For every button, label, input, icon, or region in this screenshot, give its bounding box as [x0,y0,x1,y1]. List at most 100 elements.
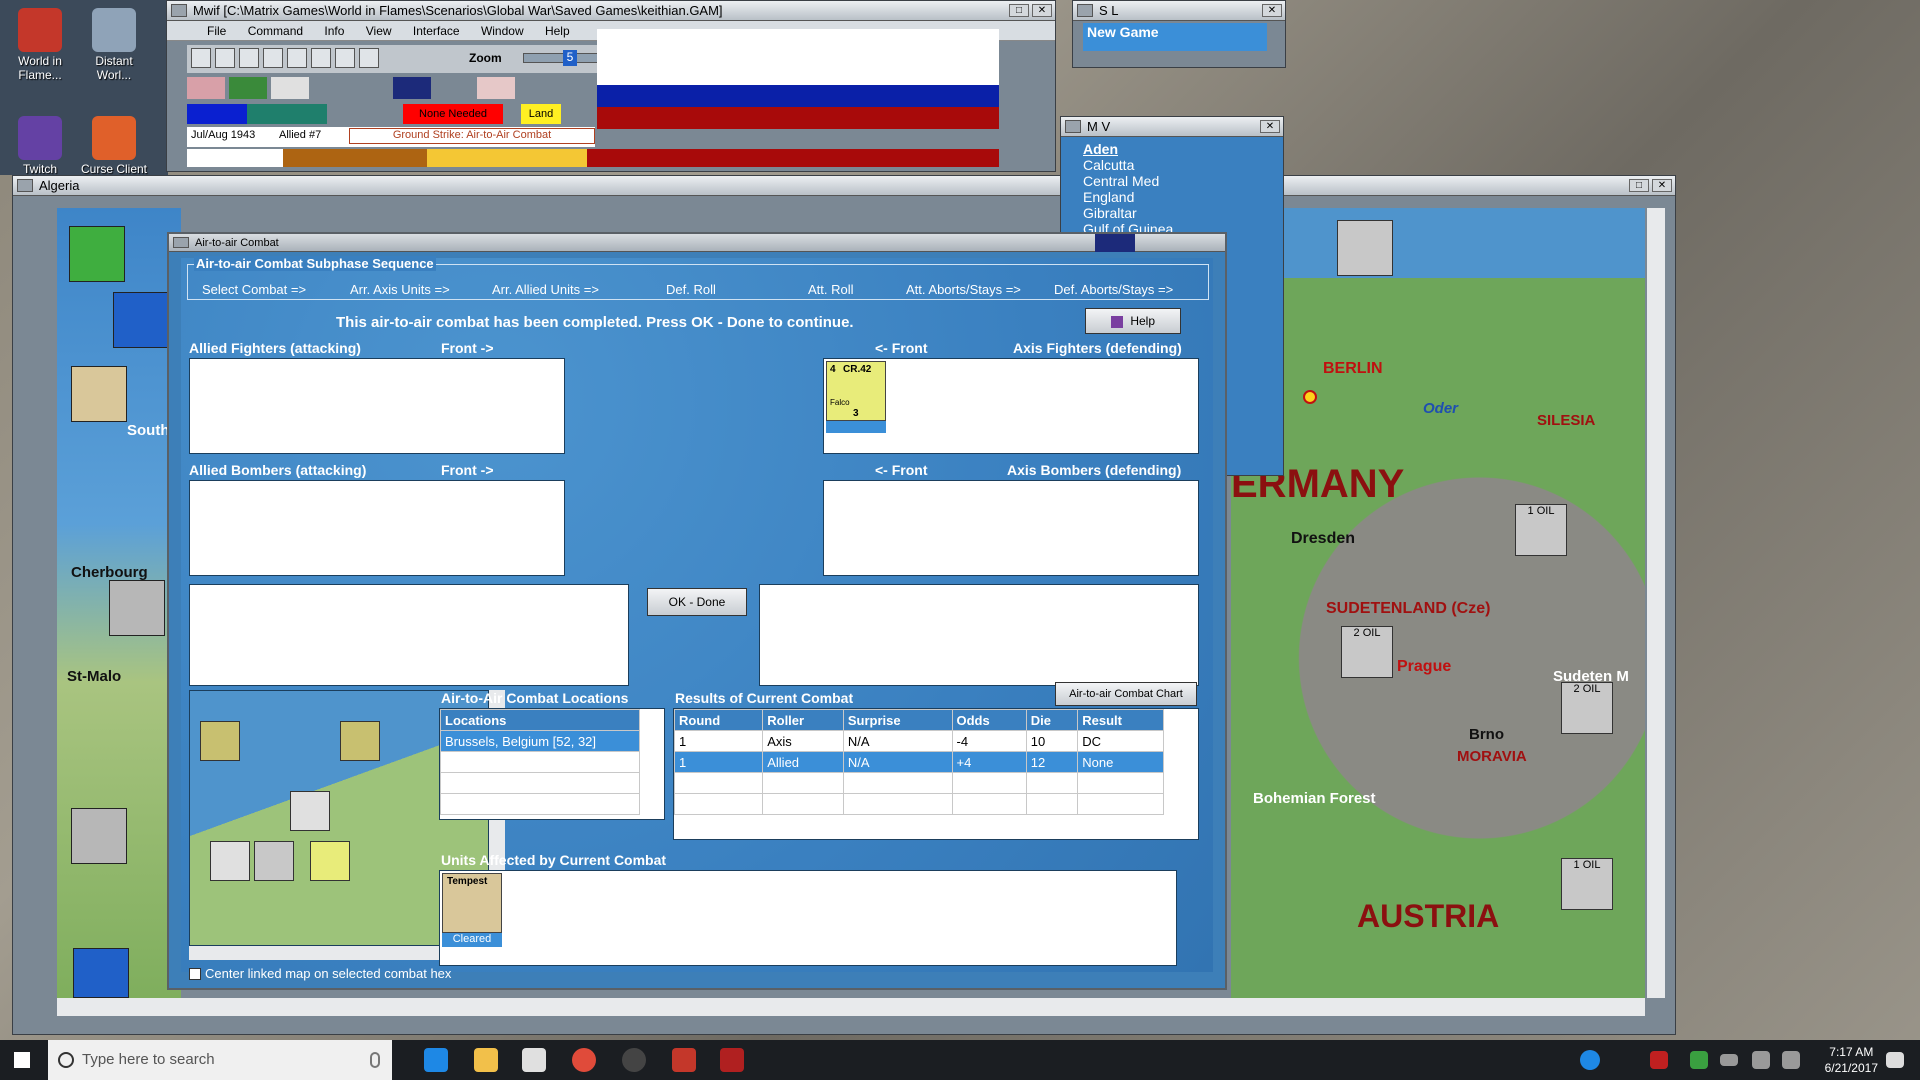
map-counter-submarine[interactable] [73,948,129,998]
mwif-taskbar-icon[interactable] [720,1048,744,1072]
mv-item-calcutta[interactable]: Calcutta [1061,157,1283,173]
mini-map-counter-spitfire-2[interactable] [340,721,380,761]
battery-icon[interactable] [1720,1054,1738,1066]
oil-resource-4[interactable]: 1 OIL [1561,858,1613,910]
flag-italy-icon[interactable] [229,77,267,99]
close-button[interactable]: ✕ [1262,4,1282,17]
mini-map-counter-5-3[interactable] [254,841,294,881]
menu-help[interactable]: Help [545,24,570,38]
allied-bombers-box[interactable] [189,480,565,576]
edge-icon[interactable] [424,1048,448,1072]
mv-item-gibraltar[interactable]: Gibraltar [1061,205,1283,221]
table-row[interactable]: 1 Allied N/A +4 12 None [673,751,1164,773]
oil-resource-3[interactable]: 2 OIL [1561,682,1613,734]
steam-icon[interactable] [622,1048,646,1072]
tool-4-icon[interactable] [263,48,283,68]
affected-unit-counter[interactable]: Tempest [442,873,502,933]
map-counter-c46[interactable] [69,226,125,282]
map-counter-transport[interactable] [113,292,169,348]
wifi-icon[interactable] [1752,1051,1770,1069]
map-left-area[interactable]: Cherbourg St-Malo Southam [57,208,191,998]
map-counter-ship[interactable] [1337,220,1393,276]
map-counter-ju86g[interactable] [109,580,165,636]
mv-item-central-med[interactable]: Central Med [1061,173,1283,189]
tool-2-icon[interactable] [215,48,235,68]
close-button[interactable]: ✕ [1652,179,1672,192]
oil-resource-1[interactable]: 1 OIL [1515,504,1567,556]
map-window-titlebar[interactable]: Algeria □ ✕ [13,176,1675,196]
mv-item-aden[interactable]: Aden [1061,141,1283,157]
map-hscrollbar[interactable] [57,998,1645,1016]
oil-resource-2[interactable]: 2 OIL [1341,626,1393,678]
flag-germany-icon[interactable] [187,77,225,99]
chrome-icon[interactable] [572,1048,596,1072]
new-game-item[interactable]: New Game [1083,23,1267,51]
wif-taskbar-icon[interactable] [672,1048,696,1072]
system-menu-icon[interactable] [171,4,187,17]
flag-japan-icon[interactable] [271,77,309,99]
file-explorer-icon[interactable] [474,1048,498,1072]
axis-bombers-box[interactable] [823,480,1199,576]
close-button[interactable]: ✕ [1260,120,1280,133]
menu-view[interactable]: View [366,24,392,38]
desktop-icon-twitch[interactable]: Twitch [4,112,76,176]
store-icon[interactable] [522,1048,546,1072]
tool-7-icon[interactable] [335,48,355,68]
flag-uk-icon[interactable] [393,77,431,99]
dropbox-tray-icon[interactable] [1690,1051,1708,1069]
clock[interactable]: 7:17 AM 6/21/2017 [1825,1044,1878,1076]
axis-fighters-box[interactable]: 4 CR.42 Falco 3 [823,358,1199,454]
antivirus-tray-icon[interactable] [1650,1051,1668,1069]
map-counter-albacore[interactable] [71,366,127,422]
notifications-icon[interactable] [1886,1052,1904,1068]
microphone-icon[interactable] [370,1052,380,1068]
mv-titlebar[interactable]: M V ✕ [1061,117,1283,137]
windows-start-icon[interactable] [14,1052,30,1068]
mini-map-counter-cr42[interactable] [310,841,350,881]
menu-file[interactable]: File [207,24,226,38]
desktop-icon-distant-worlds[interactable]: Distant Worl... [78,4,150,82]
menu-window[interactable]: Window [481,24,524,38]
combat-chart-button[interactable]: Air-to-air Combat Chart [1055,682,1197,706]
maximize-button[interactable]: □ [1629,179,1649,192]
tool-6-icon[interactable] [311,48,331,68]
ok-done-button[interactable]: OK - Done [647,588,747,616]
volume-icon[interactable] [1782,1051,1800,1069]
desktop-icon-wif[interactable]: World in Flame... [4,4,76,82]
mini-map-counter-8-1[interactable] [290,791,330,831]
map-vscrollbar[interactable] [1647,208,1665,998]
desktop-icon-curse[interactable]: Curse Client [78,112,150,176]
zoom-slider[interactable] [523,53,599,63]
allied-fighters-box[interactable] [189,358,565,454]
menu-interface[interactable]: Interface [413,24,460,38]
system-menu-icon[interactable] [173,237,189,248]
mini-map-counter-spitfire-1[interactable] [200,721,240,761]
mini-map-counter-7-4[interactable] [210,841,250,881]
maximize-button[interactable]: □ [1009,4,1029,17]
location-row[interactable]: Brussels, Belgium [52, 32] [440,730,640,752]
table-row[interactable]: 1 Axis N/A -4 10 DC [673,730,1164,752]
tool-1-icon[interactable] [191,48,211,68]
tool-8-icon[interactable] [359,48,379,68]
system-menu-icon[interactable] [17,179,33,192]
menu-command[interactable]: Command [248,24,303,38]
help-button[interactable]: Help [1085,308,1181,334]
close-button[interactable]: ✕ [1032,4,1052,17]
menu-info[interactable]: Info [324,24,344,38]
help-tray-icon[interactable] [1580,1050,1600,1070]
dialog-titlebar[interactable]: Air-to-air Combat [169,234,1225,252]
tool-3-icon[interactable] [239,48,259,68]
tool-5-icon[interactable] [287,48,307,68]
mv-item-england[interactable]: England [1061,189,1283,205]
map-label-silesia: SILESIA [1537,412,1596,429]
flag-usa-icon[interactable] [477,77,515,99]
map-counter-infantry[interactable] [71,808,127,864]
system-menu-icon[interactable] [1065,120,1081,133]
search-box[interactable]: Type here to search [48,1040,392,1080]
sl-titlebar[interactable]: S L ✕ [1073,1,1285,21]
center-linked-checkbox[interactable] [189,968,201,980]
axis-fighter-counter[interactable]: 4 CR.42 Falco 3 [826,361,886,421]
main-window-titlebar[interactable]: Mwif [C:\Matrix Games\World in Flames\Sc… [167,1,1055,21]
map-right-area[interactable]: ERMANY BERLIN Oder SILESIA Dresden SUDET… [1231,208,1645,998]
system-menu-icon[interactable] [1077,4,1093,17]
